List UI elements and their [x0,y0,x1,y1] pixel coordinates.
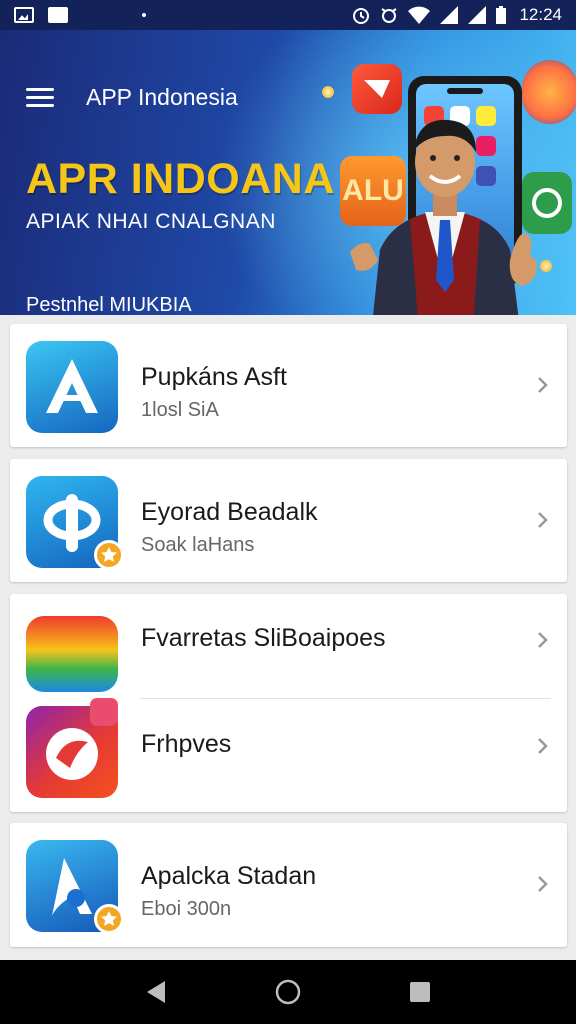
chevron-right-icon [538,632,548,648]
chevron-right-icon [538,876,548,892]
signal-icon [468,6,487,24]
sparkle-icon [540,260,552,272]
signal-icon [440,6,459,24]
star-badge-icon [94,540,124,570]
vibrate-icon [381,8,398,23]
list-card: Eyorad Beadalk Soak laHans [10,459,567,582]
back-button[interactable] [136,972,176,1012]
presenter-illustration [350,119,537,315]
list-item[interactable]: Apalcka Stadan Eboi 300n [10,826,567,942]
hamburger-menu-icon[interactable] [26,88,54,108]
hero-banner[interactable]: APP Indonesia APR INDOANA APIAK NHAI CNA… [0,30,576,315]
wifi-icon [408,6,431,24]
home-icon [275,979,301,1005]
list-item-subtitle: 1losl SiA [141,399,219,421]
a-logo-icon [26,341,118,433]
list-card: Apalcka Stadan Eboi 300n [10,823,567,947]
list-item-title: Apalcka Stadan [141,862,317,890]
list-card: Pupkáns Asft 1losl SiA [10,324,567,447]
app-title: APP Indonesia [86,84,238,110]
alarm-icon [353,8,370,24]
back-icon [147,981,165,1003]
recents-button[interactable] [400,972,440,1012]
list-item[interactable]: Frhpves [10,698,567,812]
status-bar: 12:24 [0,0,576,30]
system-nav-bar [0,960,576,1024]
list-item-title: Eyorad Beadalk [141,498,318,526]
list-item[interactable]: Eyorad Beadalk Soak laHans [10,462,567,578]
banner-tagline: Pestnhel MIUKBIA [26,294,192,315]
camera-badge-icon [90,698,118,726]
list-item-subtitle: Eboi 300n [141,898,232,920]
list-item[interactable]: Pupkáns Asft 1losl SiA [10,327,567,443]
sparkle-icon [322,86,334,98]
battery-icon [496,6,507,24]
list-item-subtitle: Soak laHans [141,534,255,556]
notification-dot-icon [142,13,146,17]
image-icon [14,7,34,23]
chevron-right-icon [538,738,548,754]
list-item-title: Frhpves [141,730,232,758]
star-badge-icon [94,904,124,934]
banner-subhead: APIAK NHAI CNALGNAN [26,210,276,233]
list-item-title: Pupkáns Asft [141,363,287,391]
message-icon [48,7,68,23]
list-item[interactable]: Fvarretas SliBoaipoes [10,594,567,698]
chevron-right-icon [538,512,548,528]
app-list: Pupkáns Asft 1losl SiA Eyorad Beadalk So… [0,315,576,960]
list-card: Fvarretas SliBoaipoes Frhpves [10,594,567,812]
recents-icon [410,982,430,1002]
list-item-title: Fvarretas SliBoaipoes [141,624,386,652]
rainbow-wave-icon [26,616,118,692]
red-app-icon [352,64,402,114]
home-button[interactable] [268,972,308,1012]
banner-headline: APR INDOANA [26,155,335,203]
clock: 12:24 [519,5,562,24]
chevron-right-icon [538,377,548,393]
